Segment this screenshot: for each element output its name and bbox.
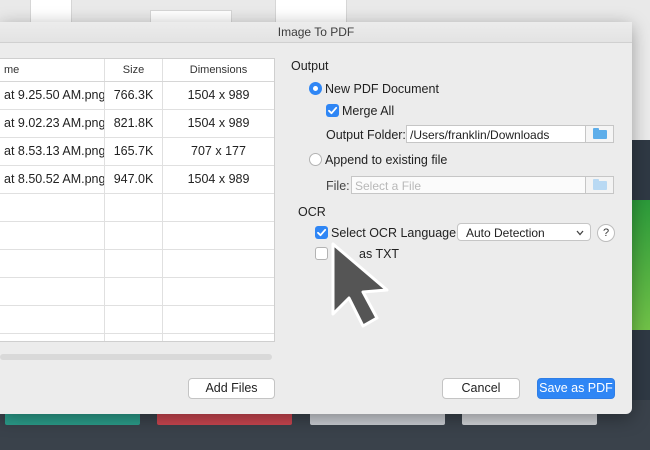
cell-name: at 9.25.50 AM.png [0,82,105,109]
cell-size: 947.0K [105,166,163,193]
window-title: Image To PDF [0,22,632,43]
cell-name: at 8.53.13 AM.png [0,138,105,165]
cell-size: 821.8K [105,110,163,137]
append-label[interactable]: Append to existing file [325,153,447,167]
folder-icon [593,179,607,190]
table-row[interactable]: at 9.02.23 AM.png 821.8K 1504 x 989 [0,110,274,138]
desktop-thumbnail [30,0,72,23]
output-folder-label: Output Folder: [326,128,406,142]
table-header: me Size Dimensions [0,59,274,82]
folder-icon [593,128,607,139]
cell-dimensions: 707 x 177 [191,144,246,158]
merge-all-label[interactable]: Merge All [342,104,394,118]
append-radio[interactable] [309,153,322,166]
cancel-button[interactable]: Cancel [442,378,520,399]
file-browse-button[interactable] [586,176,614,194]
new-pdf-radio[interactable] [309,82,322,95]
table-row[interactable]: at 8.53.13 AM.png 165.7K 707 x 177 [0,138,274,166]
file-label: File: [326,179,350,193]
merge-all-checkbox[interactable] [326,104,339,117]
column-header-size[interactable]: Size [105,59,163,81]
empty-row [0,222,274,250]
output-folder-field[interactable]: /Users/franklin/Downloads [406,125,586,143]
add-files-button[interactable]: Add Files [188,378,275,399]
save-as-pdf-button[interactable]: Save as PDF [537,378,615,399]
checkmark-icon [328,106,338,115]
empty-row [0,278,274,306]
cell-dimensions: 1504 x 989 [187,172,250,186]
cell-name: at 9.02.23 AM.png [0,110,105,137]
empty-row [0,306,274,334]
cell-dimensions: 1504 x 989 [187,88,250,102]
column-header-name[interactable]: me [0,59,105,81]
file-field[interactable]: Select a File [351,176,586,194]
ocr-language-value: Auto Detection [466,226,545,240]
cell-dimensions: 1504 x 989 [187,116,250,130]
help-button[interactable]: ? [597,224,615,242]
files-table[interactable]: me Size Dimensions at 9.25.50 AM.png 766… [0,58,275,342]
output-folder-browse-button[interactable] [586,125,614,143]
cell-name: at 8.50.52 AM.png [0,166,105,193]
horizontal-scrollbar[interactable] [0,354,272,360]
ocr-section-title: OCR [298,205,326,219]
table-row[interactable]: at 8.50.52 AM.png 947.0K 1504 x 989 [0,166,274,194]
cell-size: 766.3K [105,82,163,109]
image-to-pdf-dialog: Image To PDF me Size Dimensions at 9.25.… [0,22,632,414]
cell-size: 165.7K [105,138,163,165]
desktop-green-panel [632,200,650,330]
empty-row [0,250,274,278]
empty-row [0,334,274,341]
new-pdf-label[interactable]: New PDF Document [325,82,439,96]
mouse-pointer-icon [331,242,389,328]
chevron-down-icon [576,230,584,236]
empty-row [0,194,274,222]
column-header-dimensions[interactable]: Dimensions [163,59,274,81]
table-row[interactable]: at 9.25.50 AM.png 766.3K 1504 x 989 [0,82,274,110]
checkmark-icon [317,228,327,237]
output-section-title: Output [291,59,329,73]
ocr-language-select[interactable]: Auto Detection [457,223,591,241]
